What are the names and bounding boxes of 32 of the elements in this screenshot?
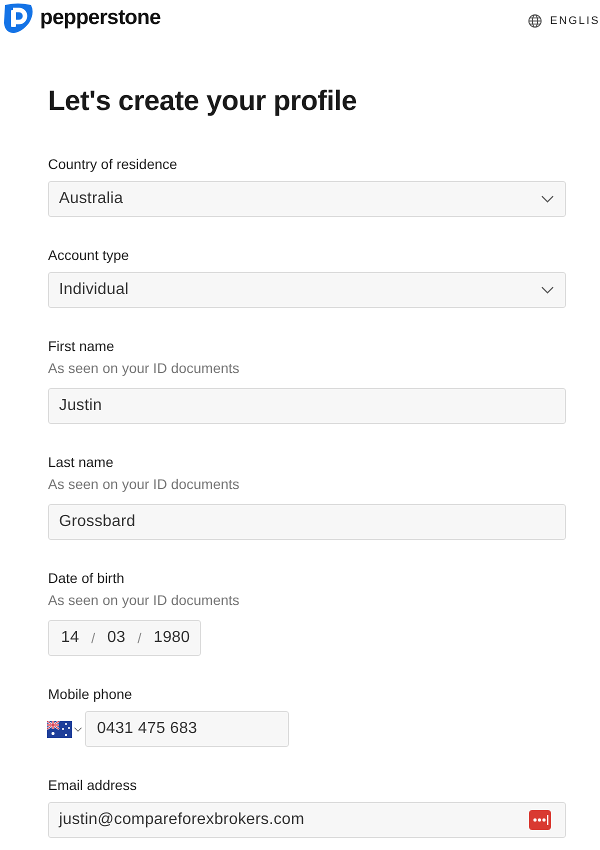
- field-hint: As seen on your ID documents: [48, 359, 240, 378]
- chevron-down-icon: [541, 195, 554, 203]
- page-title: Let's create your profile: [48, 84, 358, 118]
- field-label: Account type: [48, 246, 130, 265]
- globe-icon[interactable]: [528, 14, 542, 28]
- field-label: Last name: [48, 453, 114, 472]
- select-field[interactable]: Australia: [48, 181, 566, 217]
- email-field[interactable]: justin@compareforexbrokers.com: [48, 802, 566, 838]
- field-label: Mobile phone: [48, 685, 134, 704]
- brand-name: pepperstone: [40, 4, 161, 31]
- text-field[interactable]: Justin: [48, 388, 566, 424]
- field-hint: As seen on your ID documents: [48, 591, 240, 610]
- chevron-down-icon: [541, 286, 554, 294]
- phone-field[interactable]: 0431 475 683: [85, 711, 289, 747]
- country-code-picker[interactable]: [47, 720, 82, 738]
- date-segment[interactable]: 1980: [154, 626, 190, 650]
- date-separator: /: [138, 628, 142, 648]
- date-segment[interactable]: 03: [107, 626, 126, 650]
- field-label: Date of birth: [48, 569, 126, 588]
- field-label: Country of residence: [48, 155, 178, 174]
- language-selector[interactable]: ENGLIS: [550, 13, 600, 30]
- date-separator: /: [91, 628, 96, 648]
- date-segment[interactable]: 14: [61, 626, 80, 650]
- field-label: Email address: [48, 776, 138, 795]
- flag-icon: [47, 720, 72, 738]
- date-field[interactable]: 14 / 03 / 1980: [48, 620, 201, 656]
- text-field[interactable]: Grossbard: [48, 504, 566, 540]
- field-label: First name: [48, 337, 116, 356]
- caret-icon: [74, 726, 82, 732]
- field-hint: As seen on your ID documents: [48, 475, 240, 494]
- select-field[interactable]: Individual: [48, 272, 566, 308]
- password-dots-icon[interactable]: [529, 810, 551, 830]
